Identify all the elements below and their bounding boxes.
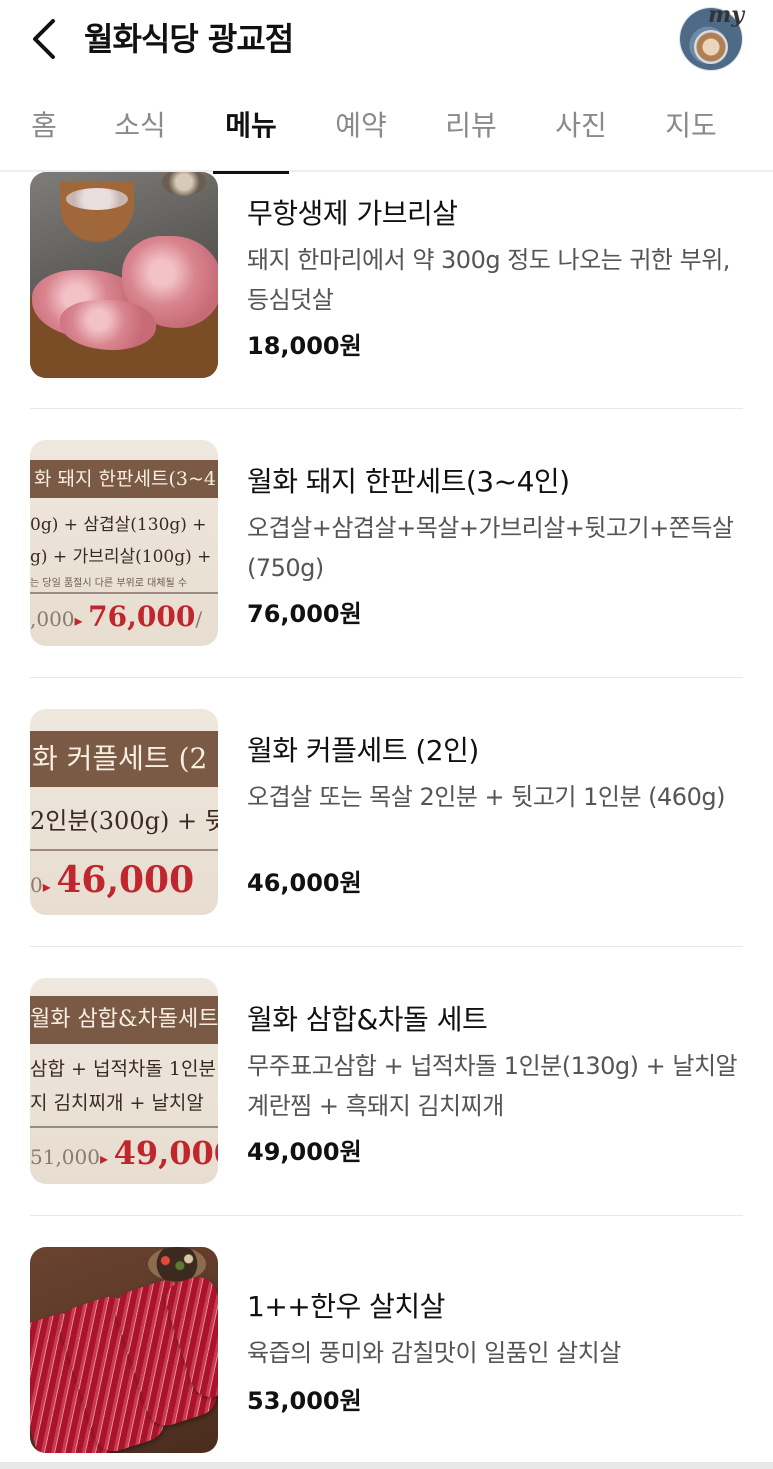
- menu-item-price: 46,000원: [247, 869, 362, 897]
- divider: [30, 1215, 743, 1216]
- thumb-price-tail: /: [195, 607, 203, 631]
- tab-map[interactable]: 지도: [651, 80, 731, 172]
- thumb-banner-line: 삼합 + 넙적차돌 1인분: [30, 1058, 216, 1080]
- tab-bar: 홈 소식 메뉴 예약 리뷰 사진 지도: [0, 80, 773, 174]
- my-label: my: [708, 2, 745, 28]
- coffee-cup-icon: [694, 30, 728, 64]
- thumb-banner-line: 지 김치찌개 + 날치알: [30, 1092, 204, 1114]
- thumb-banner-divider: [30, 849, 218, 851]
- back-button[interactable]: [22, 14, 66, 64]
- thumb-banner-title: 월화 삼합&차돌세트: [30, 996, 218, 1044]
- menu-item-photo: [30, 172, 218, 378]
- menu-item-description: 돼지 한마리에서 약 300g 정도 나오는 귀한 부위, 등심덧살: [247, 246, 730, 314]
- divider: [30, 408, 743, 409]
- menu-item-photo: 화 커플세트 (2 2인분(300g) + 뒷 0▸ 46,000: [30, 709, 218, 915]
- menu-item-price: 76,000원: [247, 600, 362, 628]
- thumb-new-price: 76,000: [88, 600, 196, 633]
- menu-item-photo: 화 돼지 한판세트(3~4 0g) + 삼겹살(130g) + g) + 가브리…: [30, 440, 218, 646]
- menu-item-name: 월화 커플세트 (2인): [247, 734, 479, 767]
- menu-item-description: 오겹살 또는 목살 2인분 + 뒷고기 1인분 (460g): [247, 783, 725, 811]
- thumb-old-price: ,000: [30, 607, 75, 631]
- thumb-banner-price: 51,000▸ 49,000: [30, 1134, 218, 1172]
- menu-item-price: 49,000원: [247, 1138, 362, 1166]
- page-title: 월화식당 광교점: [84, 20, 294, 58]
- thumb-banner-line: 2인분(300g) + 뒷: [30, 807, 218, 835]
- menu-item-photo: 월화 삼합&차돌세트 삼합 + 넙적차돌 1인분 지 김치찌개 + 날치알 51…: [30, 978, 218, 1184]
- thumb-banner-note: 는 당일 품절시 다른 부위로 대체될 수: [30, 578, 188, 589]
- menu-item-description: 육즙의 풍미와 감칠맛이 일품인 살치살: [247, 1339, 621, 1367]
- thumb-old-price: 0: [30, 873, 43, 897]
- menu-item-name: 월화 삼합&차돌 세트: [247, 1003, 488, 1036]
- tab-home[interactable]: 홈: [4, 80, 84, 172]
- divider: [30, 677, 743, 678]
- tab-menu[interactable]: 메뉴: [211, 80, 291, 174]
- tab-reservation[interactable]: 예약: [321, 80, 401, 172]
- menu-item-description: 무주표고삼합 + 넙적차돌 1인분(130g) + 날치알 계란찜 + 흑돼지 …: [247, 1052, 738, 1120]
- thumb-old-price: 51,000: [30, 1145, 100, 1169]
- menu-item-name: 1++한우 살치살: [247, 1290, 445, 1323]
- menu-item-name: 무항생제 가브리살: [247, 197, 458, 230]
- thumb-banner-title: 화 돼지 한판세트(3~4: [30, 460, 218, 498]
- thumb-new-price: 46,000: [56, 859, 195, 901]
- menu-item-photo: [30, 1247, 218, 1453]
- chevron-left-icon: [33, 19, 55, 59]
- thumb-banner-price: ,000▸ 76,000/: [30, 600, 203, 633]
- menu-item-price: 53,000원: [247, 1387, 362, 1415]
- thumb-banner-price: 0▸ 46,000: [30, 859, 195, 901]
- thumb-banner-divider: [30, 592, 218, 594]
- menu-item-price: 18,000원: [247, 332, 362, 360]
- thumb-new-price: 49,000: [113, 1134, 218, 1172]
- tab-news[interactable]: 소식: [100, 80, 180, 172]
- thumb-banner-line: g) + 가브리살(100g) +: [30, 547, 212, 567]
- bottom-divider: [0, 1462, 773, 1469]
- divider: [30, 946, 743, 947]
- thumb-banner-divider: [30, 1126, 218, 1128]
- menu-item-description: 오겹살+삼겹살+목살+가브리살+뒷고기+쫀득살 (750g): [247, 514, 734, 582]
- tab-photos[interactable]: 사진: [541, 80, 621, 172]
- app-header: 월화식당 광교점 my: [0, 0, 773, 80]
- thumb-banner-line: 0g) + 삼겹살(130g) +: [30, 515, 207, 535]
- menu-item-name: 월화 돼지 한판세트(3~4인): [247, 465, 570, 498]
- tab-reviews[interactable]: 리뷰: [431, 80, 511, 172]
- thumb-banner-title: 화 커플세트 (2: [30, 731, 218, 787]
